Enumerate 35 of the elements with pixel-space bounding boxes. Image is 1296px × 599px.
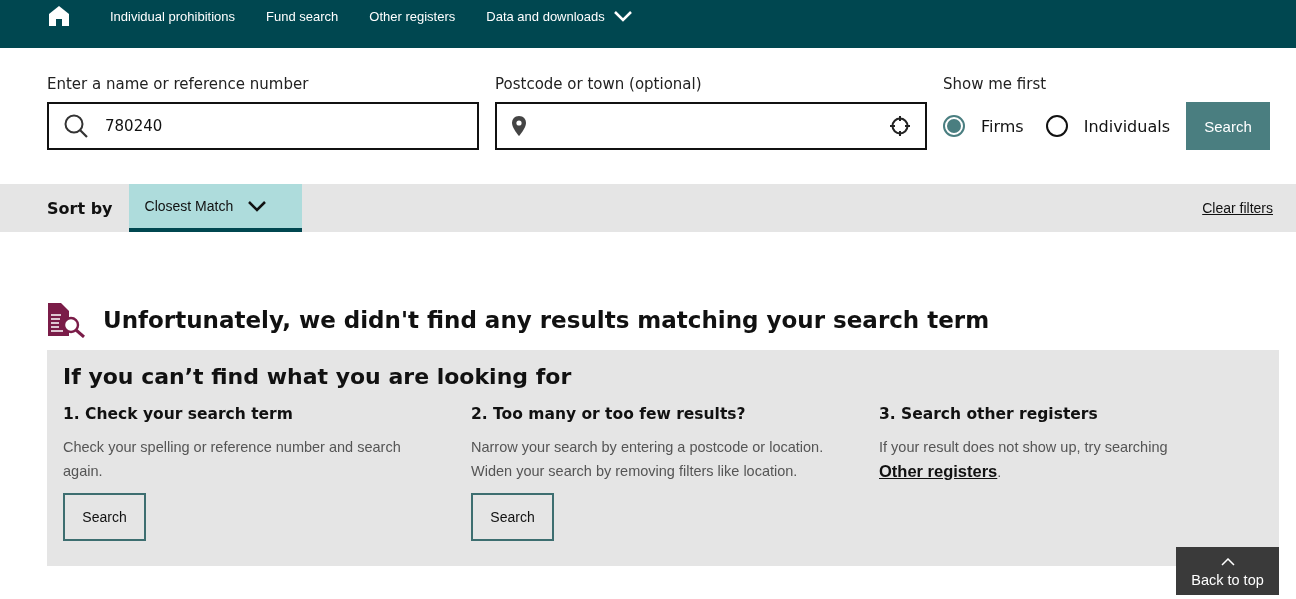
search-button[interactable]: Search bbox=[1185, 102, 1270, 150]
search-icon bbox=[63, 113, 89, 139]
help-heading: 3. Search other registers bbox=[879, 405, 1099, 423]
search-button[interactable]: Search bbox=[63, 493, 146, 541]
help-text: Check your spelling or reference number and search again. bbox=[63, 438, 402, 481]
location-pin-icon bbox=[511, 115, 527, 137]
help-heading: 2. Too many or too few results? bbox=[471, 405, 747, 423]
radio-label: Firms bbox=[981, 116, 1024, 136]
sort-dropdown[interactable]: Closest Match bbox=[128, 184, 302, 232]
radio-button[interactable] bbox=[1045, 115, 1068, 137]
search-button[interactable]: Search bbox=[471, 493, 554, 541]
nav-link[interactable]: Other registers bbox=[369, 8, 456, 24]
location-field[interactable] bbox=[495, 102, 927, 150]
radio-label: Individuals bbox=[1083, 116, 1170, 136]
sort-label: Sort by bbox=[47, 198, 113, 218]
nav-link[interactable]: Data and downloads bbox=[486, 8, 633, 24]
help-text: Narrow your search by entering a postcode or location. Widen your search by removing filters like location. bbox=[471, 438, 825, 481]
document-search-icon bbox=[47, 302, 87, 338]
field-label: Postcode or town (optional) bbox=[495, 74, 703, 94]
nav-link[interactable]: Fund search bbox=[266, 8, 339, 24]
no-results-message: Unfortunately, we didn't find any results matching your search term bbox=[103, 307, 990, 333]
clear-filters-link[interactable]: Clear filters bbox=[1202, 200, 1273, 216]
home-icon[interactable] bbox=[48, 5, 70, 27]
help-heading: 1. Check your search term bbox=[63, 405, 294, 423]
help-title: If you can’t find what you are looking for bbox=[63, 364, 573, 389]
name-search-field[interactable]: 780240 bbox=[47, 102, 479, 150]
help-text: If your result does not show up, try searching Other registers. bbox=[879, 438, 1169, 482]
crosshair-icon[interactable] bbox=[889, 115, 911, 137]
field-label: Enter a name or reference number bbox=[47, 74, 310, 94]
nav-link[interactable]: Individual prohibitions bbox=[110, 8, 236, 24]
radio-button[interactable] bbox=[943, 115, 965, 137]
chevron-icon bbox=[247, 200, 268, 212]
chevron-up-icon bbox=[1220, 558, 1235, 566]
field-label: Show me first bbox=[943, 74, 1048, 94]
back-to-top-button[interactable]: Back to top bbox=[1176, 547, 1279, 595]
